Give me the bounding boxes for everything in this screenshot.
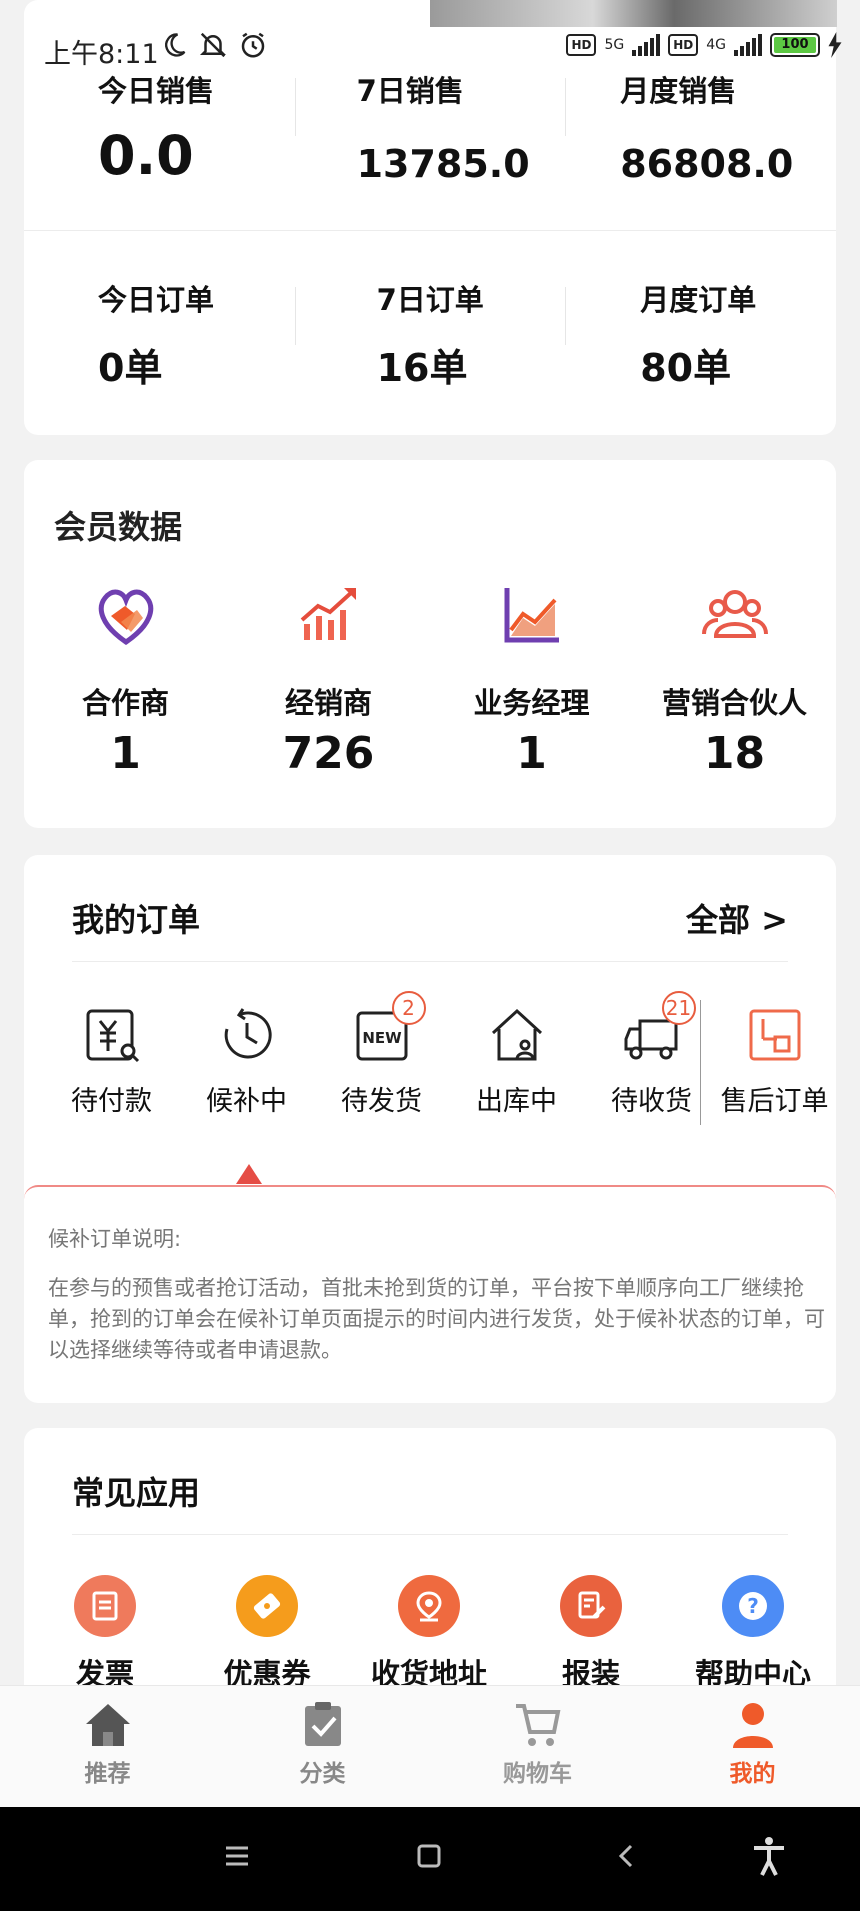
- week-orders[interactable]: 7日订单 16单: [294, 277, 566, 390]
- member-data-card: 会员数据 合作商 1 经销商 726 业务经理 1 营销合伙人 18: [24, 460, 836, 828]
- today-orders[interactable]: 今日订单 0单: [24, 277, 295, 390]
- invoice-icon: [92, 1591, 118, 1621]
- growth-chart-icon: [300, 588, 356, 640]
- profile-icon: [732, 1703, 773, 1748]
- battery-icon: 100: [770, 33, 820, 57]
- tip-title: 候补订单说明:: [48, 1227, 182, 1251]
- house-person-icon: [491, 1008, 542, 1061]
- divider: [24, 230, 836, 231]
- help-icon: ?: [739, 1592, 767, 1620]
- report-install-icon: [578, 1591, 606, 1619]
- tab-mine[interactable]: 我的: [645, 1686, 860, 1807]
- handshake-heart-icon: [98, 589, 153, 646]
- member-business-manager[interactable]: 业务经理 1: [430, 580, 633, 779]
- today-orders-value: 0单: [98, 346, 163, 390]
- network-5g: 5G: [604, 37, 625, 53]
- group-users-icon: [701, 590, 768, 638]
- bottom-tab-bar: 推荐 分类 购物车 我的: [0, 1685, 860, 1807]
- app-help-center[interactable]: ? 帮助中心: [672, 1575, 834, 1693]
- order-outbound[interactable]: 出库中: [449, 1005, 584, 1118]
- line-chart-icon: [504, 588, 559, 643]
- after-sale-icon: [749, 1009, 800, 1061]
- network-4g: 4G: [706, 37, 726, 53]
- charging-icon: [828, 32, 842, 58]
- app-coupon[interactable]: 优惠券: [186, 1575, 348, 1693]
- order-pending-payment[interactable]: 待付款: [44, 1005, 179, 1118]
- today-sales-value: 0.0: [98, 124, 194, 187]
- my-orders-card: 我的订单 全部 > 待付款 候补中 NEW 2 待发货 出库中 21 待收货 售…: [24, 855, 836, 1403]
- clipboard-icon: [304, 1702, 341, 1746]
- week-orders-value: 16单: [376, 346, 468, 390]
- month-orders-value: 80单: [640, 346, 732, 390]
- divider: [72, 961, 788, 962]
- cart-icon: [515, 1704, 560, 1746]
- yuan-search-icon: [86, 1009, 139, 1063]
- hd-badge-2: HD: [668, 34, 699, 56]
- member-data-title: 会员数据: [54, 508, 183, 546]
- app-address[interactable]: 收货地址: [348, 1575, 510, 1693]
- banner-image: [430, 0, 837, 27]
- moon-icon: [165, 33, 186, 57]
- member-distributor[interactable]: 经销商 726: [227, 580, 430, 779]
- svg-text:?: ?: [747, 1594, 759, 1618]
- all-orders-link[interactable]: 全部 >: [686, 895, 788, 941]
- status-bar: 上午8:11 HD 5G HD 4G 100: [0, 0, 860, 100]
- coupon-icon: [253, 1593, 281, 1619]
- home-icon: [85, 1704, 130, 1746]
- common-apps-title: 常见应用: [72, 1474, 201, 1512]
- tip-arrow: [236, 1164, 262, 1184]
- location-icon: [416, 1591, 442, 1622]
- order-to-ship[interactable]: NEW 2 待发货: [314, 991, 449, 1118]
- divider: [700, 1000, 701, 1125]
- mute-bell-icon: [199, 32, 227, 58]
- signal-icon: [632, 34, 661, 56]
- divider: [72, 1534, 788, 1535]
- tab-cart[interactable]: 购物车: [430, 1686, 645, 1807]
- system-nav-bar: [0, 1807, 860, 1911]
- member-partner[interactable]: 合作商 1: [24, 580, 227, 779]
- back-icon[interactable]: [612, 1841, 642, 1871]
- tab-recommend[interactable]: 推荐: [0, 1686, 215, 1807]
- home-nav-icon[interactable]: [414, 1841, 444, 1871]
- order-after-sale[interactable]: 售后订单: [707, 1005, 842, 1118]
- alarm-icon: [241, 32, 265, 58]
- order-to-receive-badge: 21: [661, 991, 696, 1025]
- app-invoice[interactable]: 发票: [24, 1575, 186, 1693]
- accessibility-icon[interactable]: [748, 1835, 790, 1877]
- week-sales-value: 13785.0: [356, 142, 530, 186]
- app-report-install[interactable]: 报装: [510, 1575, 672, 1693]
- tab-category[interactable]: 分类: [215, 1686, 430, 1807]
- status-time: 上午8:11: [44, 39, 159, 70]
- hd-badge: HD: [566, 34, 597, 56]
- clock-icon: [224, 1008, 272, 1059]
- month-sales-value: 86808.0: [620, 142, 794, 186]
- signal-icon-2: [734, 34, 762, 56]
- member-marketing-partner[interactable]: 营销合伙人 18: [633, 580, 836, 779]
- order-waitlist[interactable]: 候补中: [179, 1005, 314, 1118]
- order-to-ship-badge: 2: [391, 991, 426, 1025]
- tip-text: 在参与的预售或者抢订活动，首批未抢到货的订单，平台按下单顺序向工厂继续抢单，抢到…: [48, 1276, 825, 1362]
- svg-text:NEW: NEW: [362, 1029, 402, 1047]
- order-to-receive[interactable]: 21 待收货: [584, 991, 719, 1118]
- my-orders-title: 我的订单: [72, 901, 201, 939]
- menu-icon[interactable]: [222, 1841, 252, 1871]
- month-orders[interactable]: 月度订单 80单: [565, 277, 836, 390]
- orders-stat-row: 今日订单 0单 7日订单 16单 月度订单 80单: [24, 277, 836, 390]
